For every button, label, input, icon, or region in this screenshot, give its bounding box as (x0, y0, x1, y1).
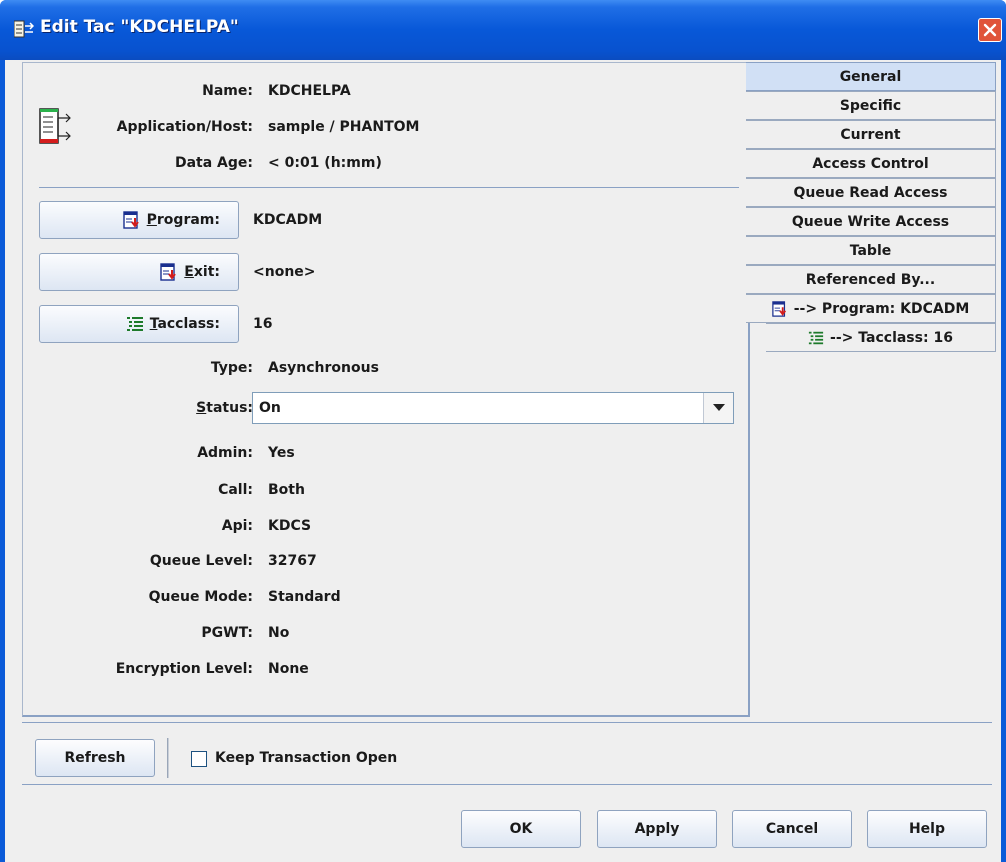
program-mnemonic: P (146, 212, 157, 228)
apply-button[interactable]: Apply (597, 810, 717, 848)
program-icon (160, 263, 177, 281)
program-button[interactable]: Program: (39, 201, 239, 239)
api-value: KDCS (268, 518, 312, 534)
tacclass-button-label: acclass: (157, 316, 220, 332)
tab-current[interactable]: Current (746, 120, 996, 149)
program-icon (122, 211, 139, 229)
tab-program-kdcadm[interactable]: --> Program: KDCADM (746, 294, 996, 323)
program-value: KDCADM (253, 212, 323, 228)
encryption-level-value: None (268, 661, 309, 677)
tacclass-button[interactable]: Tacclass: (39, 305, 239, 343)
tab-queue-write-access[interactable]: Queue Write Access (746, 207, 996, 236)
name-value: KDCHELPA (268, 83, 351, 99)
exit-button-label: xit: (193, 264, 220, 280)
type-value: Asynchronous (268, 360, 379, 376)
name-label: Name: (202, 83, 253, 99)
tab-tacclass-16[interactable]: --> Tacclass: 16 (766, 323, 996, 352)
toolbar-divider (167, 738, 169, 778)
data-age-value: < 0:01 (h:mm) (268, 155, 382, 171)
status-select[interactable]: On (252, 392, 734, 424)
application-host-value: sample / PHANTOM (268, 119, 420, 135)
tab-specific[interactable]: Specific (746, 91, 996, 120)
general-panel: Name: KDCHELPA Application/Host: sample … (22, 62, 750, 717)
tab-access-control[interactable]: Access Control (746, 149, 996, 178)
type-label: Type: (210, 360, 253, 376)
status-label-text: tatus: (206, 400, 253, 416)
application-host-label: Application/Host: (116, 119, 253, 135)
queue-mode-value: Standard (268, 589, 341, 605)
tab-general[interactable]: General (746, 62, 996, 91)
exit-mnemonic: E (184, 264, 194, 280)
tab-queue-read-access[interactable]: Queue Read Access (746, 178, 996, 207)
data-age-label: Data Age: (174, 155, 253, 171)
tab-referenced-by[interactable]: Referenced By... (746, 265, 996, 294)
admin-value: Yes (268, 445, 295, 461)
bottom-separator-top (22, 722, 992, 723)
tab-table[interactable]: Table (746, 236, 996, 265)
window-title: Edit Tac "KDCHELPA" (40, 17, 239, 37)
dialog-window: Edit Tac "KDCHELPA" Name: KDCHELPA Appli… (0, 0, 1006, 862)
program-button-label: rogram: (156, 212, 220, 228)
queue-mode-label: Queue Mode: (148, 589, 253, 605)
status-mnemonic: S (196, 400, 207, 416)
help-button[interactable]: Help (867, 810, 987, 848)
ok-button[interactable]: OK (461, 810, 581, 848)
exit-value: <none> (253, 264, 316, 280)
cancel-button[interactable]: Cancel (732, 810, 852, 848)
bottom-separator-bottom (22, 784, 992, 785)
tac-icon (14, 20, 34, 38)
queue-level-label: Queue Level: (149, 553, 253, 569)
status-label: Status: (23, 400, 253, 416)
queue-level-value: 32767 (268, 553, 317, 569)
chevron-down-icon (712, 404, 725, 411)
keep-transaction-open-checkbox[interactable] (191, 751, 207, 767)
pgwt-label: PGWT: (201, 625, 253, 641)
tacclass-icon (808, 331, 824, 344)
exit-button[interactable]: Exit: (39, 253, 239, 291)
title-bar[interactable]: Edit Tac "KDCHELPA" (0, 0, 1006, 60)
keep-transaction-open-label[interactable]: Keep Transaction Open (215, 750, 397, 766)
close-button[interactable] (978, 18, 1002, 42)
admin-label: Admin: (197, 445, 253, 461)
program-icon (771, 300, 786, 317)
tab-tacclass-label: --> Tacclass: 16 (830, 329, 953, 346)
pgwt-value: No (268, 625, 290, 641)
call-value: Both (268, 482, 305, 498)
refresh-button[interactable]: Refresh (35, 739, 155, 777)
tacclass-value: 16 (253, 316, 273, 332)
status-dropdown-arrow[interactable] (703, 393, 733, 423)
encryption-level-label: Encryption Level: (115, 661, 253, 677)
tab-program-label: --> Program: KDCADM (793, 300, 970, 317)
call-label: Call: (218, 482, 253, 498)
dialog-client-area: Name: KDCHELPA Application/Host: sample … (5, 60, 1001, 862)
header-separator (39, 187, 739, 188)
tacclass-icon (126, 317, 143, 331)
status-select-value: On (259, 400, 281, 416)
api-label: Api: (221, 518, 253, 534)
close-icon (983, 23, 997, 37)
